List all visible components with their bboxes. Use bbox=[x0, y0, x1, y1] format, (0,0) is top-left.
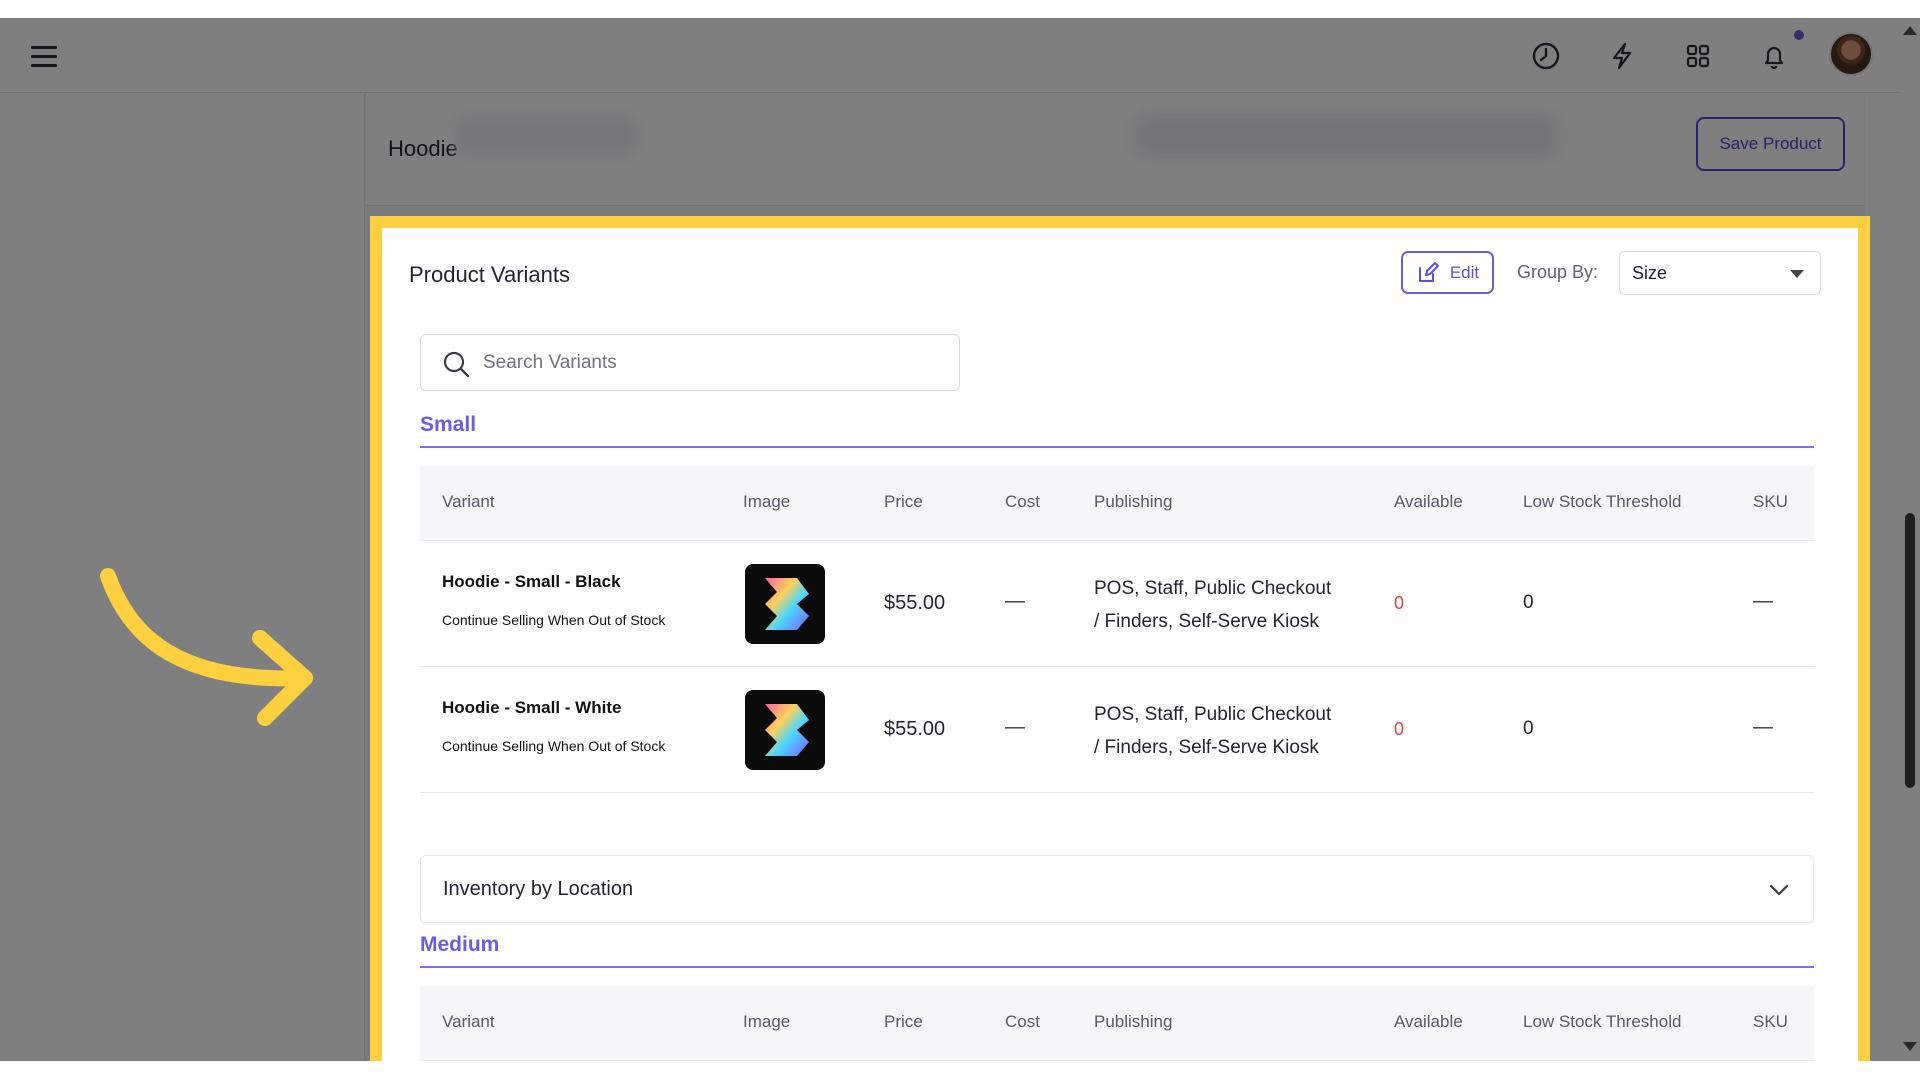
group-title-medium: Medium bbox=[420, 933, 500, 956]
publishing-line: / Finders, Self-Serve Kiosk bbox=[1094, 737, 1319, 758]
variant-name[interactable]: Hoodie - Small - White bbox=[442, 698, 621, 718]
group-by-select[interactable]: Size bbox=[1619, 251, 1821, 295]
accordion-label: Inventory by Location bbox=[443, 878, 634, 900]
table-row[interactable]: Hoodie - Small - Black Continue Selling … bbox=[420, 542, 1814, 667]
menu-icon[interactable] bbox=[31, 46, 57, 67]
column-header-publishing: Publishing bbox=[1094, 492, 1173, 511]
column-header-available: Available bbox=[1394, 1012, 1463, 1031]
variant-image bbox=[745, 564, 825, 644]
column-header-variant: Variant bbox=[442, 1012, 495, 1031]
search-icon bbox=[443, 351, 470, 378]
variant-available: 0 bbox=[1394, 593, 1405, 613]
blurred-header-element bbox=[456, 116, 636, 156]
scrollbar-thumb[interactable] bbox=[1905, 513, 1915, 788]
column-header-image: Image bbox=[743, 492, 791, 511]
variant-sku: — bbox=[1753, 716, 1773, 738]
table-header: Variant Image Price Cost Publishing Avai… bbox=[420, 986, 1814, 1061]
top-bar bbox=[0, 18, 1900, 93]
variant-name[interactable]: Hoodie - Small - Black bbox=[442, 572, 621, 592]
column-header-sku: SKU bbox=[1753, 1012, 1788, 1031]
chevron-down-icon bbox=[1790, 270, 1804, 278]
grid-icon[interactable] bbox=[1679, 37, 1717, 75]
inventory-by-location-accordion[interactable]: Inventory by Location bbox=[420, 855, 1814, 923]
variant-cost: — bbox=[1005, 716, 1025, 738]
search-input[interactable] bbox=[483, 347, 943, 379]
table-row[interactable]: Hoodie - Small - White Continue Selling … bbox=[420, 668, 1814, 793]
blurred-header-element bbox=[1136, 114, 1556, 158]
variant-price: $55.00 bbox=[884, 592, 946, 614]
column-header-price: Price bbox=[884, 492, 923, 511]
page-header: Hoodie Save Product bbox=[366, 94, 1864, 206]
pointer-arrow-icon bbox=[100, 568, 313, 726]
column-header-image: Image bbox=[743, 1012, 791, 1031]
variant-image bbox=[745, 690, 825, 770]
variant-low-stock-threshold: 0 bbox=[1523, 718, 1534, 739]
search-variants-field[interactable] bbox=[420, 334, 960, 391]
publishing-line: / Finders, Self-Serve Kiosk bbox=[1094, 611, 1319, 632]
group-title-small: Small bbox=[420, 413, 477, 436]
publishing-line: POS, Staff, Public Checkout bbox=[1094, 704, 1332, 725]
column-header-publishing: Publishing bbox=[1094, 1012, 1173, 1031]
publishing-line: POS, Staff, Public Checkout bbox=[1094, 578, 1332, 599]
notification-dot bbox=[1794, 30, 1804, 40]
column-header-cost: Cost bbox=[1005, 1012, 1040, 1031]
bell-icon[interactable] bbox=[1755, 37, 1793, 75]
variant-low-stock-threshold: 0 bbox=[1523, 592, 1534, 613]
scroll-down-arrow[interactable] bbox=[1903, 1042, 1917, 1051]
table-header: Variant Image Price Cost Publishing Avai… bbox=[420, 466, 1814, 541]
column-header-price: Price bbox=[884, 1012, 923, 1031]
edit-button[interactable]: Edit bbox=[1401, 251, 1494, 294]
page-title: Hoodie bbox=[388, 136, 458, 161]
scroll-up-arrow[interactable] bbox=[1903, 26, 1917, 35]
lightning-icon[interactable] bbox=[1603, 37, 1641, 75]
variant-available: 0 bbox=[1394, 719, 1405, 739]
group-by-label: Group By: bbox=[1517, 262, 1599, 282]
variant-cost: — bbox=[1005, 590, 1025, 612]
group-divider bbox=[420, 446, 1814, 448]
product-variants-card: Product Variants Edit Group By: Size Sma… bbox=[370, 216, 1870, 1061]
variant-publishing: POS, Staff, Public Checkout / Finders, S… bbox=[1094, 698, 1331, 764]
column-header-available: Available bbox=[1394, 492, 1463, 511]
variant-sku: — bbox=[1753, 590, 1773, 612]
edit-label: Edit bbox=[1449, 262, 1480, 282]
avatar[interactable] bbox=[1829, 32, 1873, 76]
edit-icon bbox=[1418, 261, 1439, 282]
column-header-low-stock-threshold: Low Stock Threshold bbox=[1523, 492, 1682, 511]
clock-icon[interactable] bbox=[1527, 37, 1565, 75]
chevron-down-icon[interactable] bbox=[1765, 876, 1793, 904]
column-header-variant: Variant bbox=[442, 492, 495, 511]
column-header-sku: SKU bbox=[1753, 492, 1788, 511]
variant-subtext: Continue Selling When Out of Stock bbox=[442, 738, 666, 754]
variant-publishing: POS, Staff, Public Checkout / Finders, S… bbox=[1094, 572, 1331, 638]
variant-price: $55.00 bbox=[884, 718, 946, 740]
column-header-cost: Cost bbox=[1005, 492, 1040, 511]
save-product-button[interactable]: Save Product bbox=[1696, 117, 1845, 171]
variant-subtext: Continue Selling When Out of Stock bbox=[442, 612, 666, 628]
group-by-value: Size bbox=[1632, 262, 1668, 283]
card-title: Product Variants bbox=[409, 262, 571, 287]
app-window: Hoodie Save Product Product Variants Edi… bbox=[0, 18, 1920, 1061]
group-divider bbox=[420, 966, 1814, 968]
column-header-low-stock-threshold: Low Stock Threshold bbox=[1523, 1012, 1682, 1031]
